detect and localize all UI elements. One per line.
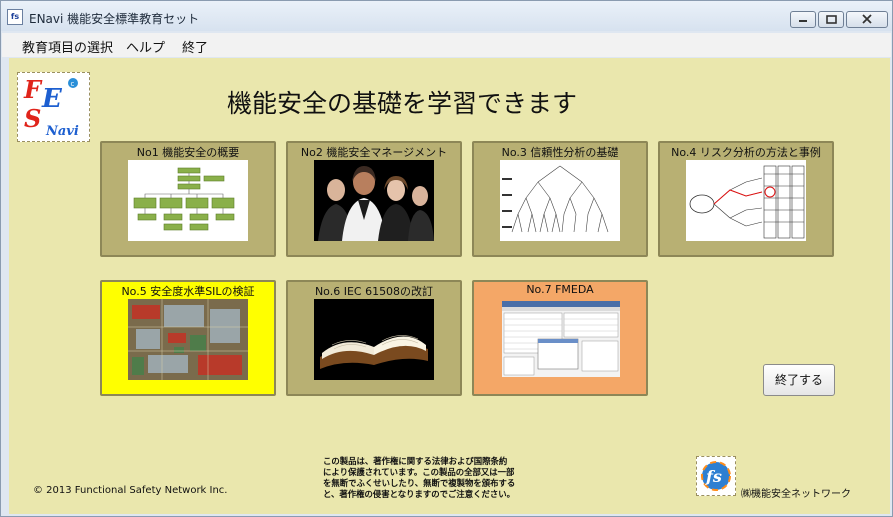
minimize-button[interactable] bbox=[790, 11, 816, 28]
card-label: No.4 リスク分析の方法と事例 bbox=[671, 146, 821, 159]
card-label: No.7 FMEDA bbox=[526, 283, 594, 296]
svg-text:fs: fs bbox=[705, 467, 722, 486]
copyright-notice: この製品は、著作権に関する法律および国際条約 により保護されています。この製品の… bbox=[323, 456, 516, 499]
open-book-thumbnail bbox=[314, 299, 434, 380]
app-window: fs ENavi 機能安全標準教育セット 教育項目の選択 ヘルプ 終了 F E … bbox=[0, 0, 893, 517]
course-card-no4[interactable]: No.4 リスク分析の方法と事例 bbox=[658, 141, 834, 257]
maximize-icon bbox=[826, 15, 837, 24]
fs-company-logo: fs bbox=[696, 456, 736, 496]
probability-tree-thumbnail bbox=[500, 160, 620, 241]
risk-graph-thumbnail bbox=[686, 160, 806, 241]
svg-text:F: F bbox=[23, 75, 43, 104]
maximize-button[interactable] bbox=[818, 11, 844, 28]
card-label: No.6 IEC 61508の改訂 bbox=[314, 285, 434, 298]
minimize-icon bbox=[799, 20, 807, 22]
main-panel: F E S Navi c 機能安全の基礎を学習できます No1 機能安全の概要 bbox=[9, 58, 890, 514]
course-card-no7[interactable]: No.7 FMEDA bbox=[472, 280, 648, 396]
course-card-no2[interactable]: No2 機能安全マネージメント bbox=[286, 141, 462, 257]
course-card-no3[interactable]: No.3 信頼性分析の基礎 bbox=[472, 141, 648, 257]
card-label: No2 機能安全マネージメント bbox=[300, 146, 448, 159]
menu-exit[interactable]: 終了 bbox=[182, 37, 208, 56]
svg-text:E: E bbox=[41, 84, 63, 114]
copyright-text: © 2013 Functional Safety Network Inc. bbox=[33, 485, 228, 496]
title-bar[interactable]: fs ENavi 機能安全標準教育セット bbox=[1, 1, 892, 31]
flowchart-thumbnail bbox=[128, 160, 248, 241]
fmeda-screenshot-thumbnail bbox=[502, 301, 620, 377]
course-card-no1[interactable]: No1 機能安全の概要 bbox=[100, 141, 276, 257]
page-heading: 機能安全の基礎を学習できます bbox=[227, 89, 578, 118]
business-people-thumbnail bbox=[314, 160, 434, 241]
card-label: No1 機能安全の概要 bbox=[136, 146, 240, 159]
window-title: ENavi 機能安全標準教育セット bbox=[29, 12, 200, 26]
close-button[interactable] bbox=[846, 11, 888, 28]
menu-select-course[interactable]: 教育項目の選択 bbox=[22, 37, 113, 56]
card-label: No.5 安全度水準SILの検証 bbox=[121, 285, 255, 298]
svg-text:Navi: Navi bbox=[45, 124, 79, 139]
course-card-no6[interactable]: No.6 IEC 61508の改訂 bbox=[286, 280, 462, 396]
exit-button[interactable]: 終了する bbox=[763, 364, 835, 396]
svg-text:c: c bbox=[71, 80, 75, 88]
circuit-board-thumbnail bbox=[128, 299, 248, 380]
card-label: No.3 信頼性分析の基礎 bbox=[501, 146, 619, 159]
app-icon: fs bbox=[7, 9, 23, 25]
menu-help[interactable]: ヘルプ bbox=[126, 37, 165, 56]
svg-text:S: S bbox=[24, 104, 41, 133]
menu-bar: 教育項目の選択 ヘルプ 終了 bbox=[2, 33, 891, 57]
close-icon bbox=[862, 14, 872, 24]
company-name: ㈱機能安全ネットワーク bbox=[741, 489, 851, 500]
course-card-no5[interactable]: No.5 安全度水準SILの検証 bbox=[100, 280, 276, 396]
fe-navi-logo: F E S Navi c bbox=[17, 72, 90, 142]
